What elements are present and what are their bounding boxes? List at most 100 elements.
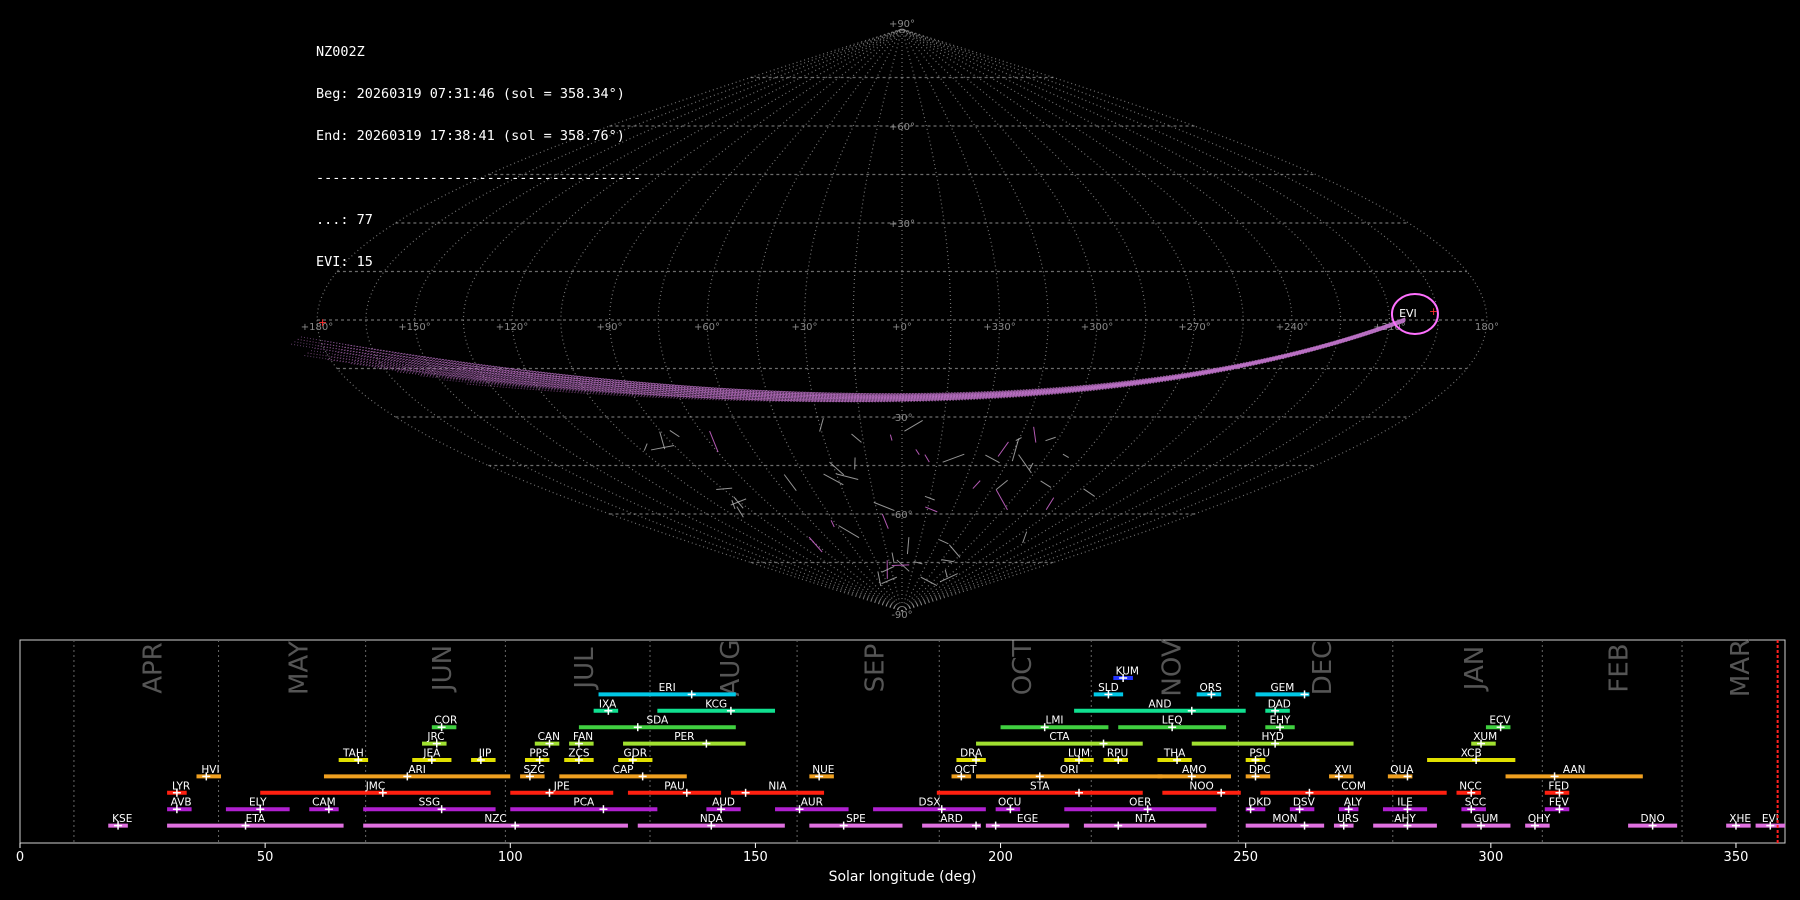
sporadic-trail: [1040, 480, 1052, 488]
month-label: DEC: [1308, 641, 1338, 696]
shower-label: ILE: [1397, 797, 1413, 809]
meteor-trail: [307, 320, 1406, 402]
sporadic-trail: [997, 441, 1009, 457]
month-label: APR: [139, 642, 169, 694]
sporadic-trail: [972, 480, 981, 489]
sporadic-trail: [736, 506, 744, 518]
sporadic-count: ...: 77: [316, 212, 373, 228]
shower-label: XUM: [1473, 731, 1497, 743]
shower-label: DKD: [1248, 797, 1271, 809]
shower-label: DSV: [1293, 797, 1316, 809]
longitude-tick-label: +180°: [301, 322, 333, 333]
sporadic-trail: [823, 473, 844, 486]
shower-label: ERI: [659, 682, 676, 694]
shower-label: XVI: [1334, 764, 1351, 776]
shower-label: THA: [1163, 748, 1186, 760]
longitude-tick-label: +90°: [596, 322, 622, 333]
sporadic-trail: [1029, 462, 1034, 470]
sporadic-trail: [924, 454, 930, 463]
shower-label: SZC: [523, 764, 544, 776]
sporadic-trail: [1045, 436, 1056, 442]
meteor-trail: [291, 319, 1406, 400]
sporadic-trail: [915, 449, 920, 455]
meteor-trail: [317, 318, 1406, 398]
shower-label: CAN: [538, 731, 560, 743]
shower-label: DRA: [960, 748, 983, 760]
shower-label: PAU: [664, 780, 685, 792]
meteor-trail: [440, 317, 1406, 395]
month-label: JUN: [428, 645, 458, 693]
station-id: NZ002Z: [316, 44, 365, 60]
begin-time: Beg: 20260319 07:31:46 (sol = 358.34°): [316, 86, 625, 102]
x-tick-label: 350: [1724, 850, 1749, 865]
shower-label: LMI: [1045, 715, 1063, 727]
shower-label: JPE: [553, 780, 570, 792]
sporadic-trail: [650, 444, 675, 451]
shower-label: IXA: [599, 698, 617, 710]
shower-label: ARI: [408, 764, 426, 776]
month-label: SEP: [861, 644, 891, 693]
sporadic-trail: [995, 489, 1008, 511]
x-tick-label: 300: [1478, 850, 1503, 865]
month-label: AUG: [716, 640, 746, 697]
shower-label: DAD: [1268, 698, 1291, 710]
shower-label: ALY: [1344, 797, 1363, 809]
shower-label: NUE: [812, 764, 834, 776]
x-tick-label: 50: [257, 850, 274, 865]
shower-label: KSE: [112, 813, 132, 825]
sporadic-trail: [1062, 453, 1069, 458]
month-label: MAR: [1726, 639, 1756, 697]
shower-count: EVI: 15: [316, 254, 373, 270]
shower-label: NCC: [1459, 780, 1482, 792]
sporadic-trail: [906, 537, 910, 555]
shower-label: AMO: [1182, 764, 1207, 776]
station-info: NZ002Z Beg: 20260319 07:31:46 (sol = 358…: [316, 17, 641, 283]
shower-label: NOO: [1189, 780, 1213, 792]
sporadic-trail: [924, 495, 935, 501]
shower-label: STA: [1030, 780, 1050, 792]
sporadic-trail: [829, 461, 845, 476]
longitude-tick-label: 180°: [1475, 322, 1499, 333]
longitude-tick-label: +120°: [496, 322, 528, 333]
sporadic-trail: [939, 539, 949, 545]
shower-label: CTA: [1049, 731, 1070, 743]
month-label: JAN: [1460, 646, 1490, 692]
sporadic-trail: [808, 536, 823, 553]
shower-label: NZC: [484, 813, 506, 825]
x-tick-label: 150: [743, 850, 768, 865]
latitude-tick-label: +90°: [889, 19, 915, 30]
latitude-tick-label: -30°: [891, 413, 912, 424]
longitude-tick-label: +270°: [1178, 322, 1210, 333]
meteor-trail: [320, 318, 1406, 397]
shower-label: PSU: [1249, 748, 1270, 760]
longitude-tick-label: +300°: [1081, 322, 1113, 333]
shower-label: NDA: [700, 813, 724, 825]
shower-label: AHY: [1394, 813, 1416, 825]
shower-label: CAP: [613, 764, 634, 776]
sporadic-trail: [851, 433, 862, 443]
shower-label: SCC: [1465, 797, 1486, 809]
sporadic-trail: [939, 573, 958, 583]
sporadic-trail: [948, 544, 961, 558]
shower-label: EGE: [1017, 813, 1038, 825]
x-tick-label: 200: [988, 850, 1013, 865]
shower-label: OCU: [998, 797, 1021, 809]
meteor-trail: [294, 318, 1406, 399]
longitude-tick-label: +0°: [892, 322, 912, 333]
shower-label: FED: [1548, 780, 1569, 792]
shower-label: LEQ: [1162, 715, 1183, 727]
shower-label: OCT: [955, 764, 978, 776]
sporadic-trail: [643, 443, 648, 451]
meteor-trail: [314, 319, 1406, 400]
shower-label: JEA: [422, 748, 441, 760]
meteor-trail: [297, 318, 1406, 398]
shower-label: SPE: [846, 813, 866, 825]
sporadic-trail: [877, 571, 882, 587]
shower-label: ARD: [940, 813, 963, 825]
shower-label: HYD: [1261, 731, 1283, 743]
sporadic-trail: [716, 487, 733, 491]
shower-label: OER: [1129, 797, 1151, 809]
shower-label: GUM: [1473, 813, 1498, 825]
sporadic-trail: [733, 496, 744, 509]
shower-label: JRC: [426, 731, 444, 743]
